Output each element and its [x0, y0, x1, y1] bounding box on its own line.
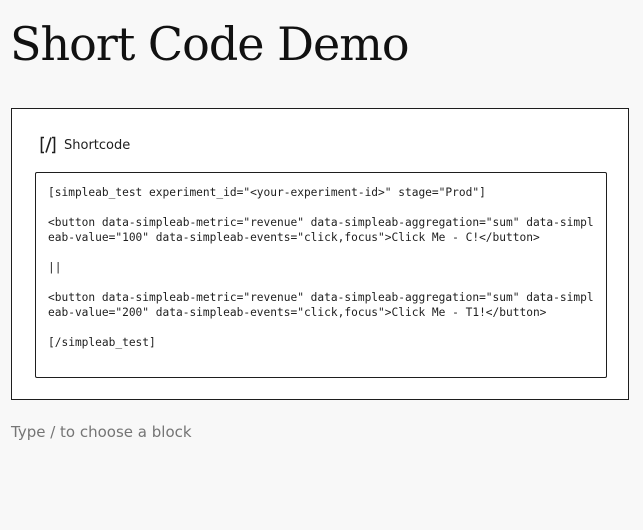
code-line-open-tag: [simpleab_test experiment_id="<your-expe… — [48, 186, 486, 199]
page-title[interactable]: Short Code Demo — [10, 8, 410, 80]
block-label: Shortcode — [64, 137, 131, 153]
shortcode-textarea[interactable]: [simpleab_test experiment_id="<your-expe… — [35, 172, 607, 378]
block-header: Shortcode — [38, 133, 130, 157]
code-line-button-c: <button data-simpleab-metric="revenue" d… — [48, 216, 594, 244]
shortcode-icon — [38, 133, 58, 157]
code-line-separator: || — [48, 261, 62, 274]
shortcode-block[interactable]: Shortcode [simpleab_test experiment_id="… — [11, 108, 629, 400]
code-line-close-tag: [/simpleab_test] — [48, 336, 156, 349]
code-line-button-t1: <button data-simpleab-metric="revenue" d… — [48, 291, 594, 319]
block-appender-placeholder[interactable]: Type / to choose a block — [11, 423, 192, 441]
